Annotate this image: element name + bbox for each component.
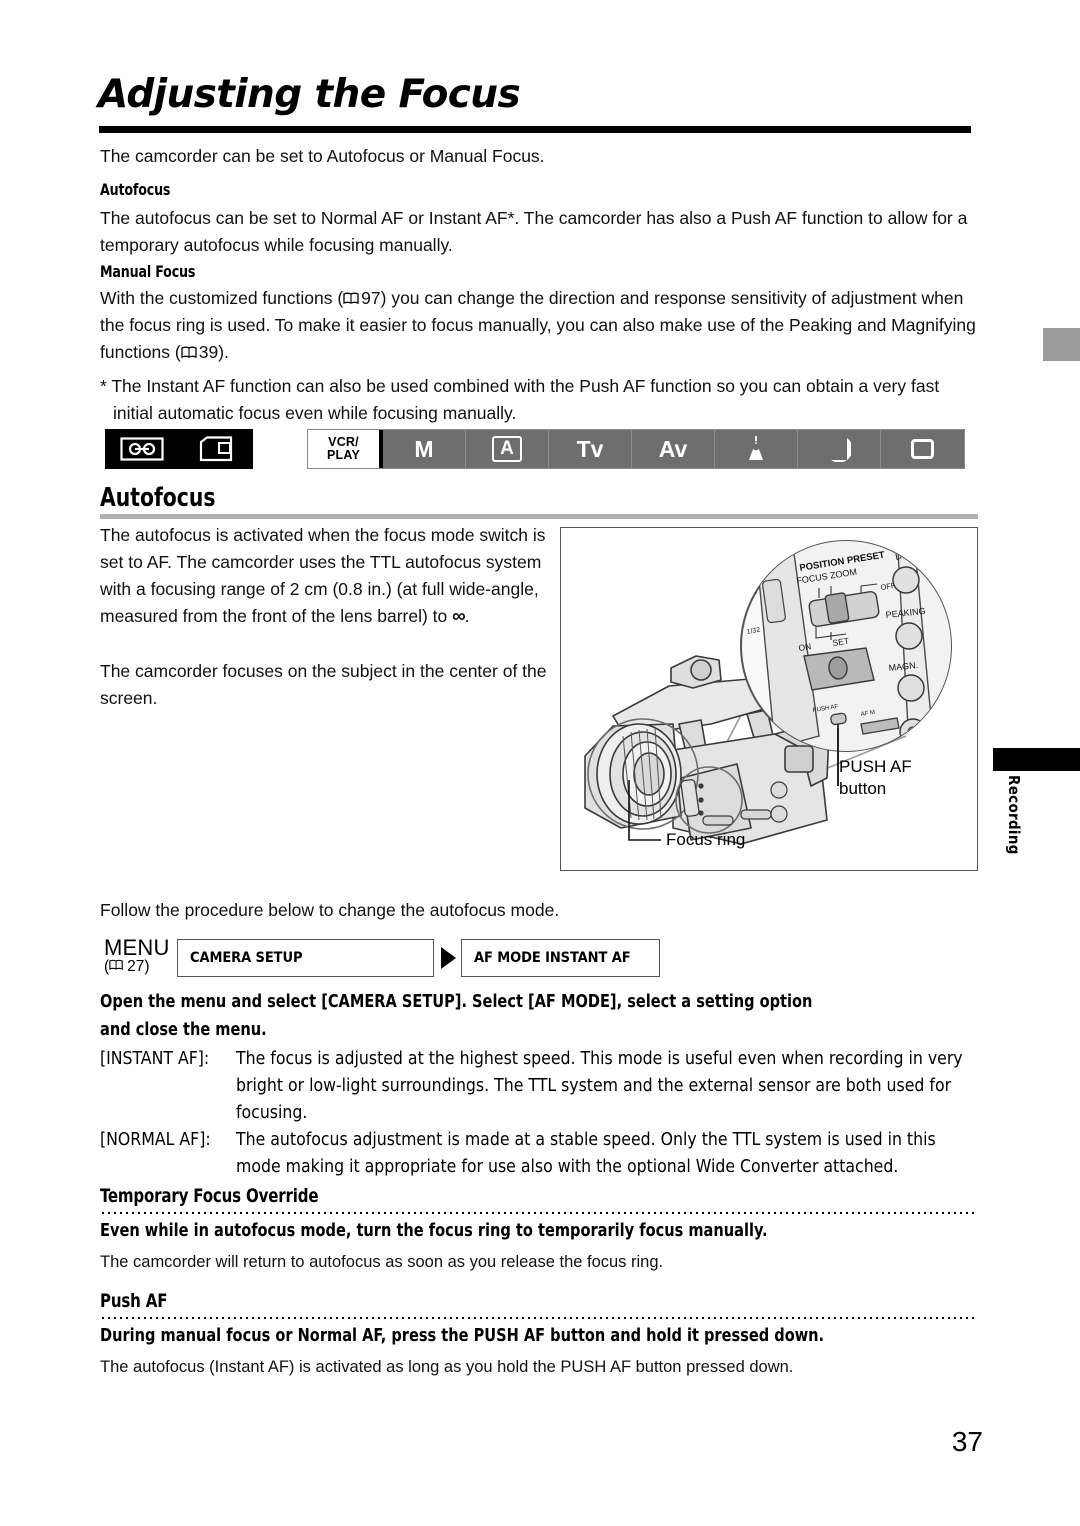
menu-page-reference: (27) — [104, 958, 150, 975]
manual-page: Adjusting the Focus The camcorder can be… — [0, 0, 1080, 1526]
mode-vcr-play-line2: PLAY — [327, 448, 360, 462]
menu-arrow-icon — [441, 947, 456, 969]
mode-vcr-play[interactable]: VCR/ PLAY — [308, 430, 383, 468]
mode-a-label: A — [492, 436, 522, 462]
side-tab-gray — [1043, 328, 1080, 361]
mode-spotlight[interactable] — [715, 430, 798, 468]
page-title: Adjusting the Focus — [98, 72, 521, 117]
menu-page-number: 27 — [127, 958, 145, 975]
menu-step-camera-setup-label: CAMERA SETUP — [190, 950, 303, 966]
infinity-symbol: ∞ — [452, 606, 466, 627]
autofocus-section-rule — [100, 514, 978, 519]
autofocus-paragraph-1: The autofocus is activated when the focu… — [100, 522, 552, 630]
manual-focus-text-3: ). — [218, 342, 229, 362]
side-tab-label: Recording — [1005, 775, 1023, 855]
subheading-temporary-focus-override: Temporary Focus Override — [100, 1185, 319, 1207]
title-underline — [99, 126, 971, 133]
mode-av-label: Av — [658, 435, 688, 462]
memory-card-icon — [179, 436, 253, 462]
spotlight-icon — [749, 436, 763, 460]
mode-av[interactable]: Av — [632, 430, 715, 468]
temporary-focus-override-bold: Even while in autofocus mode, turn the f… — [100, 1220, 768, 1241]
callout-push-af-line1: PUSH AF — [839, 757, 912, 776]
callout-push-af: PUSH AF button — [839, 756, 912, 800]
footnote-line-2: initial automatic focus even while focus… — [113, 403, 517, 423]
push-af-bold: During manual focus or Normal AF, press … — [100, 1325, 825, 1346]
tape-cassette-icon — [105, 437, 179, 461]
option-normal-af-text: The autofocus adjustment is made at a st… — [236, 1130, 936, 1177]
autofocus-paragraph-1-end: . — [464, 606, 470, 626]
option-instant-af-text: The focus is adjusted at the highest spe… — [236, 1049, 963, 1123]
side-tab-black — [993, 748, 1080, 771]
callout-push-af-line2: button — [839, 779, 887, 798]
manual-focus-text-1: With the customized functions ( — [100, 288, 344, 308]
manual-focus-paragraph: With the customized functions (97) you c… — [100, 285, 980, 366]
manual-focus-ref-1: 97 — [361, 288, 381, 308]
menu-step-af-mode[interactable]: AF MODE INSTANT AF — [461, 939, 660, 977]
follow-procedure-line: Follow the procedure below to change the… — [100, 900, 560, 920]
autofocus-paragraph-2: The camcorder focuses on the subject in … — [100, 661, 547, 708]
temporary-focus-override-rule — [100, 1211, 978, 1215]
section-heading-autofocus: Autofocus — [100, 483, 216, 513]
book-reference-icon — [109, 959, 126, 972]
temporary-focus-override-body: The camcorder will return to autofocus a… — [100, 1253, 664, 1271]
subheading-push-af: Push AF — [100, 1290, 168, 1312]
menu-step-af-mode-label: AF MODE INSTANT AF — [474, 950, 631, 966]
autofocus-paragraph-1-text: The autofocus is activated when the focu… — [100, 525, 546, 626]
option-normal-af: [NORMAL AF]: The autofocus adjustment is… — [100, 1127, 980, 1181]
page-number: 37 — [951, 1426, 983, 1457]
footnote-line-1: * The Instant AF function can also be us… — [100, 376, 940, 396]
mode-easy[interactable] — [881, 430, 964, 468]
subheading-manual-focus: Manual Focus — [100, 262, 196, 281]
callout-focus-ring: Focus ring — [666, 830, 746, 849]
option-instant-af-label: [INSTANT AF]: — [100, 1049, 210, 1069]
mode-tv-label: Tv — [576, 435, 604, 462]
mode-m-label: M — [414, 435, 434, 462]
mode-m[interactable]: M — [383, 430, 466, 468]
svg-text:ON: ON — [798, 641, 812, 653]
intro-paragraph: The camcorder can be set to Autofocus or… — [100, 146, 545, 166]
push-af-rule — [100, 1316, 978, 1320]
menu-step-camera-setup[interactable]: CAMERA SETUP — [177, 939, 434, 977]
instruction-line-1: Open the menu and select [CAMERA SETUP].… — [100, 991, 813, 1012]
mode-tv[interactable]: Tv — [549, 430, 632, 468]
manual-focus-ref-2: 39 — [198, 342, 219, 362]
subheading-autofocus: Autofocus — [100, 180, 171, 199]
mode-bar: VCR/ PLAY M A Tv Av — [307, 429, 965, 469]
camcorder-illustration: 1/6 1/32 POSITION PRESET FOCUS ZOOM OFF — [560, 527, 978, 871]
option-normal-af-label: [NORMAL AF]: — [100, 1130, 211, 1150]
media-icon-box — [105, 429, 253, 469]
rectangle-icon — [911, 439, 934, 459]
book-reference-icon — [181, 346, 198, 359]
option-instant-af: [INSTANT AF]: The focus is adjusted at t… — [100, 1046, 980, 1127]
mode-a[interactable]: A — [466, 430, 549, 468]
autofocus-intro-paragraph: The autofocus can be set to Normal AF or… — [100, 208, 968, 255]
mode-night[interactable] — [798, 430, 881, 468]
book-reference-icon — [343, 292, 360, 305]
camcorder-diagram: 1/6 1/32 POSITION PRESET FOCUS ZOOM OFF — [584, 540, 952, 845]
moon-icon — [831, 438, 851, 462]
instruction-line-2: and close the menu. — [100, 1019, 267, 1040]
push-af-body: The autofocus (Instant AF) is activated … — [100, 1358, 794, 1376]
